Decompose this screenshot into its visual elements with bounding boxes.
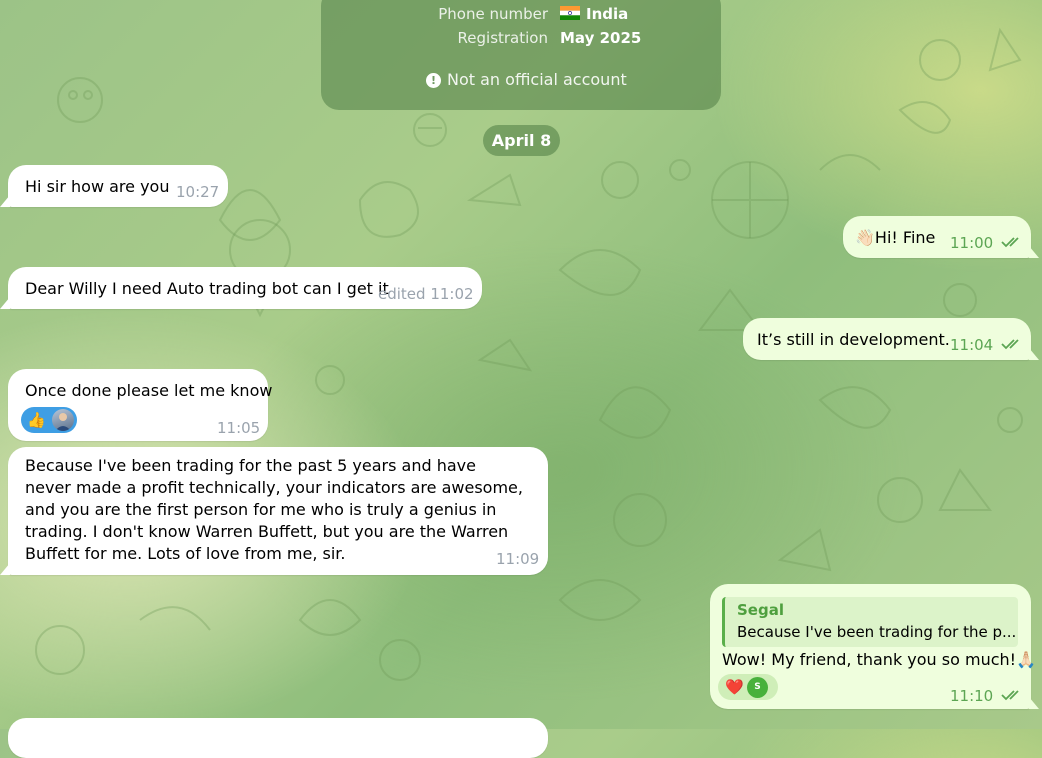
phone-country: India — [586, 5, 629, 23]
registration-label: Registration — [457, 29, 548, 47]
message-bubble-incoming[interactable]: Hi sir how are you 10:27 — [0, 165, 228, 207]
message-bubble-incoming[interactable]: Because I've been trading for the past 5… — [0, 447, 548, 575]
message-time: 11:05 — [217, 419, 261, 437]
reply-author: Segal — [737, 601, 784, 619]
message-time: 10:27 — [176, 183, 220, 201]
message-time: 11:10 — [950, 687, 994, 705]
date-separator: April 8 — [483, 125, 560, 156]
notice-text: Not an official account — [447, 70, 627, 89]
message-time: edited 11:02 — [378, 285, 474, 303]
message-text: 👋🏻Hi! Fine — [855, 228, 935, 247]
registration-value: May 2025 — [560, 29, 642, 47]
double-check-icon — [1001, 237, 1019, 248]
message-text-body: Wow! My friend, thank you so much! — [722, 650, 1017, 669]
folded-hands-emoji: 🙏🏻 — [1016, 650, 1036, 669]
exclamation-circle-icon: ! — [426, 73, 441, 88]
message-bubble-incoming-partial[interactable] — [8, 718, 548, 758]
message-time: 11:00 — [950, 234, 994, 252]
account-info-card: Phone number India Registration May 2025… — [321, 0, 721, 110]
message-text: Once done please let me know — [25, 381, 273, 400]
message-bubble-outgoing[interactable]: 👋🏻Hi! Fine 11:00 — [843, 216, 1039, 258]
message-time: 11:04 — [950, 336, 994, 354]
message-bubble-outgoing[interactable]: Segal Because I've been trading for the … — [710, 584, 1039, 709]
thumbs-up-icon: 👍 — [27, 411, 46, 429]
reactor-avatar: S — [747, 677, 768, 698]
heart-icon: ❤️ — [725, 678, 744, 696]
message-text: It’s still in development. — [757, 330, 950, 349]
message-text: Hi sir how are you — [25, 177, 170, 196]
wave-emoji: 👋🏻 — [855, 228, 875, 247]
reaction-badge[interactable]: ❤️ S — [718, 674, 778, 700]
message-text-body: Hi! Fine — [874, 228, 936, 247]
message-text: Dear Willy I need Auto trading bot can I… — [25, 279, 389, 298]
reply-quote[interactable]: Segal Because I've been trading for the … — [722, 597, 1018, 647]
message-text: Wow! My friend, thank you so much!🙏🏻 — [722, 650, 1036, 669]
double-check-icon — [1001, 690, 1019, 701]
reactor-avatar — [52, 409, 74, 431]
message-text: Because I've been trading for the past 5… — [25, 456, 523, 563]
phone-number-value: India — [560, 5, 628, 23]
message-bubble-outgoing[interactable]: It’s still in development. 11:04 — [743, 318, 1039, 360]
message-bubble-incoming[interactable]: Once done please let me know 👍 11:05 — [8, 369, 272, 441]
reaction-badge[interactable]: 👍 — [21, 407, 77, 433]
message-time: 11:09 — [496, 550, 540, 568]
phone-number-label: Phone number — [438, 5, 548, 23]
not-official-notice: ! Not an official account — [426, 70, 627, 89]
india-flag-icon — [560, 6, 580, 20]
double-check-icon — [1001, 339, 1019, 350]
reply-snippet: Because I've been trading for the p... — [737, 623, 1017, 641]
message-bubble-incoming[interactable]: Dear Willy I need Auto trading bot can I… — [0, 267, 482, 309]
